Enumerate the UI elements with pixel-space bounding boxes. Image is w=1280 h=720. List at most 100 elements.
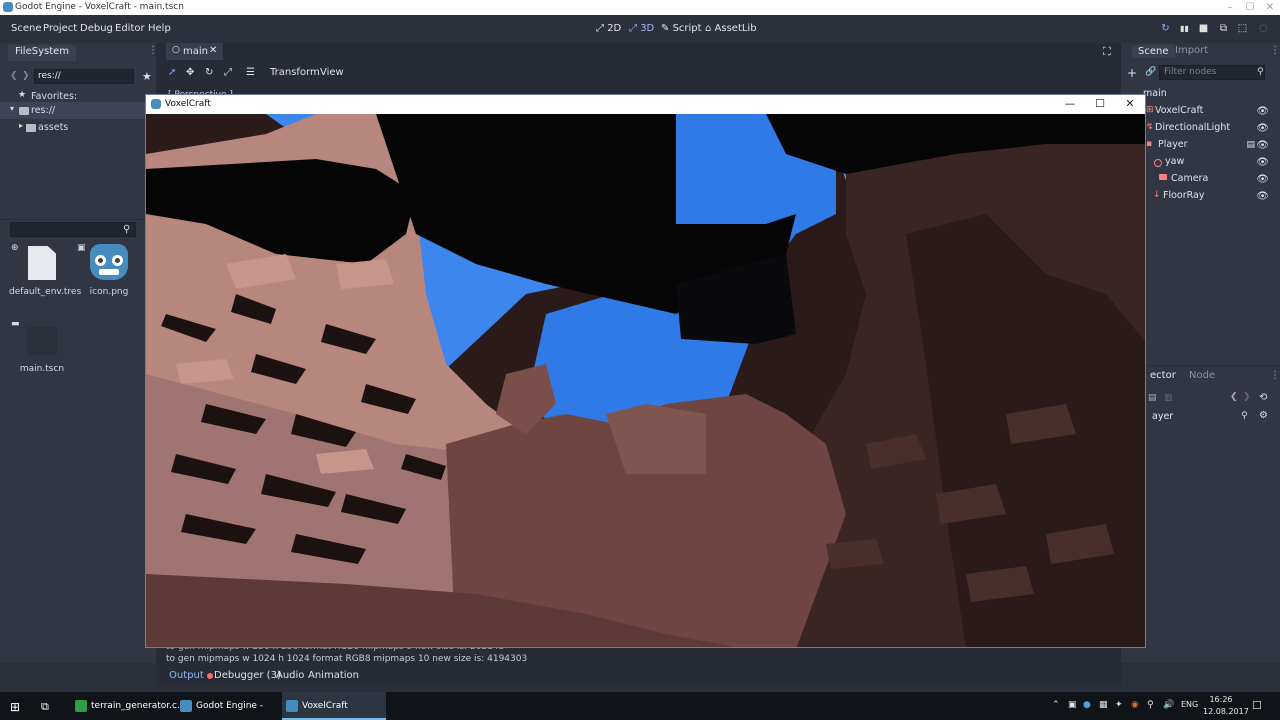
- clock-time[interactable]: 16:26: [1206, 695, 1236, 704]
- tab-main-scene[interactable]: ○ main ✕: [166, 43, 223, 60]
- back-icon[interactable]: ❮: [10, 71, 18, 81]
- save-resource-icon[interactable]: ▥: [1164, 393, 1173, 403]
- menu-debug[interactable]: Debug: [80, 23, 113, 34]
- search-icon[interactable]: ⚲: [1241, 411, 1248, 421]
- inspector-selected-object[interactable]: ayer: [1152, 411, 1173, 422]
- volume-icon[interactable]: 🔊: [1163, 700, 1174, 710]
- tree-item-res[interactable]: ▾ res://: [0, 102, 145, 119]
- maximize-button[interactable]: ☐: [1240, 0, 1260, 15]
- game-close-button[interactable]: ✕: [1122, 97, 1138, 110]
- history-back-icon[interactable]: ❮: [1230, 392, 1238, 402]
- game-maximize-button[interactable]: ☐: [1092, 97, 1108, 110]
- script-icon: ✎: [661, 23, 673, 34]
- history-forward-icon[interactable]: ❯: [1243, 392, 1251, 402]
- resource-file-icon: [28, 246, 56, 280]
- mode-assetlib-button[interactable]: ⌂ AssetLib: [705, 23, 757, 34]
- reload-icon[interactable]: ↻: [1160, 23, 1171, 34]
- dock-menu-icon[interactable]: ⋮: [1270, 370, 1280, 381]
- menu-scene[interactable]: Scene: [11, 23, 42, 34]
- favorite-star-icon[interactable]: ★: [142, 70, 152, 83]
- scene-file-icon: [27, 327, 57, 355]
- raycast-icon: ↓: [1153, 190, 1161, 200]
- script-attached-icon[interactable]: ▤: [1246, 140, 1255, 150]
- tray-chevron-icon[interactable]: ⌃: [1052, 700, 1060, 710]
- stop-button[interactable]: ■: [1198, 23, 1209, 34]
- play-scene-button[interactable]: ⧉: [1218, 23, 1229, 34]
- select-tool-icon[interactable]: ➚: [168, 67, 176, 78]
- tab-node[interactable]: Node: [1189, 370, 1215, 381]
- tab-scene[interactable]: Scene: [1132, 45, 1175, 58]
- search-icon[interactable]: ⚲: [123, 224, 130, 235]
- visibility-eye-icon[interactable]: 👁: [1256, 157, 1269, 168]
- tab-animation[interactable]: Animation: [308, 670, 359, 681]
- clock-date[interactable]: 12.08.2017: [1203, 707, 1249, 716]
- taskbar-app-terrain-generator[interactable]: terrain_generator.c...: [71, 692, 186, 720]
- file-icon-png[interactable]: icon.png: [76, 242, 142, 314]
- dock-menu-icon[interactable]: ⋮: [1270, 45, 1280, 56]
- taskbar-app-godot-engine[interactable]: Godot Engine - Vox...: [176, 692, 276, 720]
- visibility-eye-icon[interactable]: 👁: [1256, 123, 1269, 134]
- transform-menu[interactable]: Transform: [270, 67, 320, 78]
- tab-output[interactable]: Output: [169, 670, 204, 681]
- node-label: DirectionalLight: [1155, 122, 1231, 133]
- tab-inspector[interactable]: ector: [1150, 370, 1176, 381]
- error-dot-icon: [207, 673, 213, 679]
- tray-app-icon[interactable]: ◉: [1131, 700, 1139, 710]
- tray-app-icon[interactable]: ⚲: [1147, 700, 1154, 710]
- tree-item-label: assets: [38, 122, 69, 133]
- visibility-eye-icon[interactable]: 👁: [1256, 106, 1269, 117]
- tab-debugger[interactable]: Debugger (3): [214, 670, 281, 681]
- close-tab-icon[interactable]: ✕: [209, 45, 217, 56]
- menu-project[interactable]: Project: [43, 23, 77, 34]
- game-window[interactable]: VoxelCraft — ☐ ✕: [145, 94, 1146, 648]
- visibility-eye-icon[interactable]: 👁: [1256, 191, 1269, 202]
- os-title-bar[interactable]: Godot Engine - VoxelCraft - main.tscn – …: [0, 0, 1280, 15]
- move-tool-icon[interactable]: ✥: [186, 67, 194, 78]
- filter-nodes-input[interactable]: Filter nodes: [1159, 65, 1265, 80]
- task-view-icon[interactable]: ⧉: [41, 700, 49, 714]
- notifications-icon[interactable]: ☐: [1252, 699, 1262, 712]
- tray-app-icon[interactable]: ✦: [1115, 700, 1123, 710]
- tab-import[interactable]: Import: [1175, 45, 1208, 56]
- rotate-tool-icon[interactable]: ↻: [205, 67, 213, 78]
- file-main-tscn[interactable]: main.tscn: [9, 323, 75, 395]
- link-icon[interactable]: 🔗: [1145, 67, 1156, 77]
- spatial-icon: [1154, 159, 1162, 167]
- view-menu[interactable]: View: [320, 67, 344, 78]
- windows-start-icon[interactable]: ⊞: [10, 700, 20, 714]
- tab-filesystem[interactable]: FileSystem: [8, 45, 77, 61]
- scale-tool-icon[interactable]: ⤢: [224, 67, 232, 78]
- visibility-eye-icon[interactable]: 👁: [1256, 140, 1269, 151]
- game-minimize-button[interactable]: —: [1062, 97, 1078, 110]
- tray-app-icon[interactable]: ▣: [1068, 700, 1077, 710]
- mode-3d-button[interactable]: ⤢ 3D: [629, 23, 654, 34]
- history-icon[interactable]: ⟲: [1259, 392, 1267, 403]
- minimize-button[interactable]: –: [1220, 0, 1240, 15]
- path-field[interactable]: res://: [34, 69, 134, 84]
- add-node-icon[interactable]: +: [1127, 66, 1137, 80]
- language-indicator[interactable]: ENG: [1181, 700, 1198, 709]
- close-button[interactable]: ✕: [1260, 0, 1280, 15]
- object-properties-icon[interactable]: ⚙: [1259, 410, 1268, 421]
- visibility-eye-icon[interactable]: 👁: [1256, 174, 1269, 185]
- mode-script-button[interactable]: ✎ Script: [661, 23, 702, 34]
- open-resource-icon[interactable]: ▤: [1148, 393, 1157, 403]
- game-viewport[interactable]: [146, 114, 1145, 647]
- mode-assetlib-label: AssetLib: [714, 23, 757, 34]
- taskbar-app-voxelcraft[interactable]: VoxelCraft: [282, 692, 386, 720]
- file-search-input[interactable]: [10, 222, 136, 237]
- file-default-env[interactable]: default_env.tres: [9, 242, 81, 314]
- menu-help[interactable]: Help: [148, 23, 171, 34]
- list-select-icon[interactable]: ☰: [246, 67, 255, 78]
- mode-2d-button[interactable]: ⤢ 2D: [596, 23, 621, 34]
- menu-editor[interactable]: Editor: [115, 23, 145, 34]
- tray-app-icon[interactable]: ▦: [1099, 700, 1108, 710]
- play-custom-button[interactable]: ⬚: [1237, 23, 1248, 34]
- tray-app-icon[interactable]: ●: [1083, 700, 1091, 710]
- forward-icon[interactable]: ❯: [22, 71, 30, 81]
- tab-audio[interactable]: Audio: [276, 670, 304, 681]
- game-window-titlebar[interactable]: VoxelCraft — ☐ ✕: [146, 95, 1145, 114]
- distraction-free-icon[interactable]: ⛶: [1103, 45, 1111, 59]
- tree-item-assets[interactable]: ▸ assets: [0, 119, 145, 136]
- pause-button[interactable]: ▮▮: [1179, 23, 1190, 34]
